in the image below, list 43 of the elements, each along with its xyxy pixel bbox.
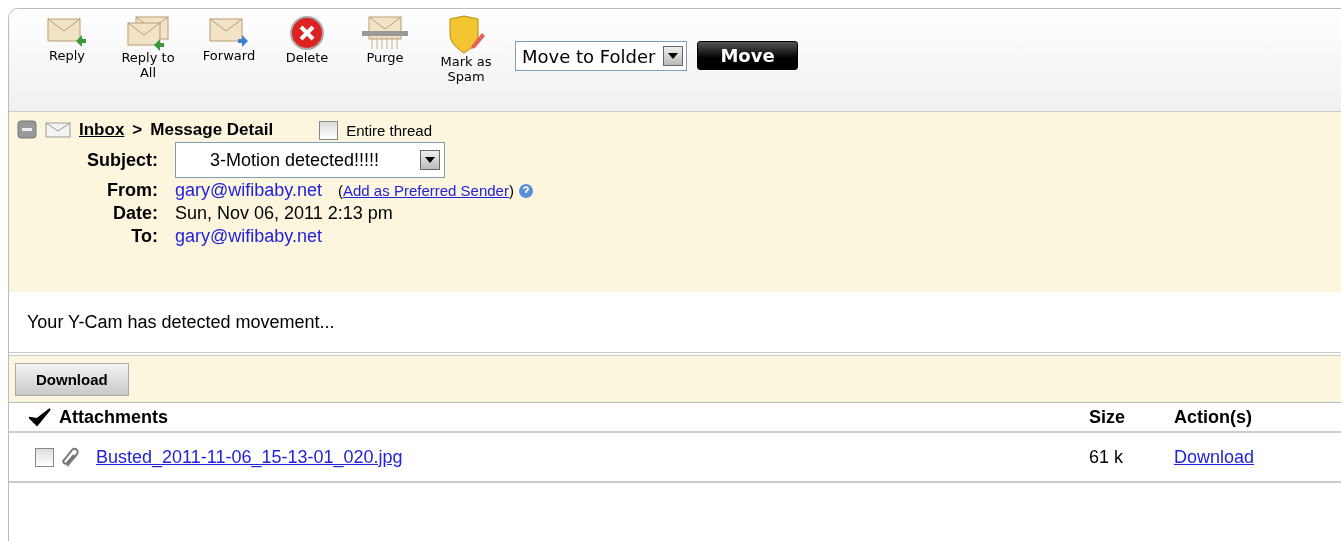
attachment-checkbox[interactable] xyxy=(35,447,54,467)
field-label: Date: xyxy=(112,203,158,224)
shield-pencil-icon xyxy=(446,15,486,55)
field-label: Subject: xyxy=(86,149,158,171)
toolbar-button[interactable]: Forward xyxy=(197,15,261,64)
forward-icon xyxy=(208,15,250,49)
checkbox-label: Entire thread xyxy=(346,121,432,139)
collapse-icon[interactable] xyxy=(17,120,37,140)
toolbar-button[interactable]: Purge xyxy=(353,15,417,66)
preferred-sender-link[interactable]: Add as Preferred Sender xyxy=(343,182,509,199)
shredder-icon xyxy=(360,15,410,51)
toolbar-button[interactable]: Delete xyxy=(275,15,339,66)
email-address: gary@wifibaby.net xyxy=(175,226,322,247)
inbox-link[interactable]: Inbox xyxy=(79,120,125,140)
table-cell-text: 61 k xyxy=(1089,446,1125,468)
email-address: gary@wifibaby.net xyxy=(175,180,322,201)
toolbar-button[interactable]: Mark as Spam xyxy=(431,15,501,85)
download-button[interactable]: Download xyxy=(15,362,129,396)
entire-thread-checkbox[interactable] xyxy=(319,120,339,140)
subject-select[interactable]: 3-Motion detected!!!!! xyxy=(175,142,445,178)
paperclip-icon xyxy=(62,446,80,468)
toolbar-button[interactable]: Reply xyxy=(35,15,99,64)
attachment-link[interactable]: Busted_2011-11-06_15-13-01_020.jpg xyxy=(96,446,403,468)
folder-select[interactable]: Move to Folder xyxy=(515,41,688,71)
checkmark-icon[interactable] xyxy=(29,407,51,427)
field-label: To: xyxy=(130,226,158,247)
download-link[interactable]: Download xyxy=(1174,446,1255,467)
reply-icon xyxy=(46,15,88,49)
reply-all-icon xyxy=(124,15,172,51)
date-value: Sun, Nov 06, 2011 2:13 pm xyxy=(175,203,394,224)
preferred-sender-text: (Add as Preferred Sender) xyxy=(338,182,514,199)
message-body: Your Y-Cam has detected movement... xyxy=(27,311,335,333)
envelope-icon xyxy=(45,122,71,138)
page-title: Message Detail xyxy=(150,120,274,140)
field-label: From: xyxy=(106,180,158,201)
column-header: Attachments xyxy=(59,406,169,428)
column-header: Action(s) xyxy=(1174,406,1253,428)
toolbar-button[interactable]: Reply to All xyxy=(113,15,183,81)
move-button[interactable]: Move xyxy=(697,41,798,70)
column-header: Size xyxy=(1089,406,1127,428)
delete-icon xyxy=(289,15,325,51)
help-icon[interactable] xyxy=(517,182,534,199)
breadcrumb-separator: > xyxy=(132,120,143,140)
